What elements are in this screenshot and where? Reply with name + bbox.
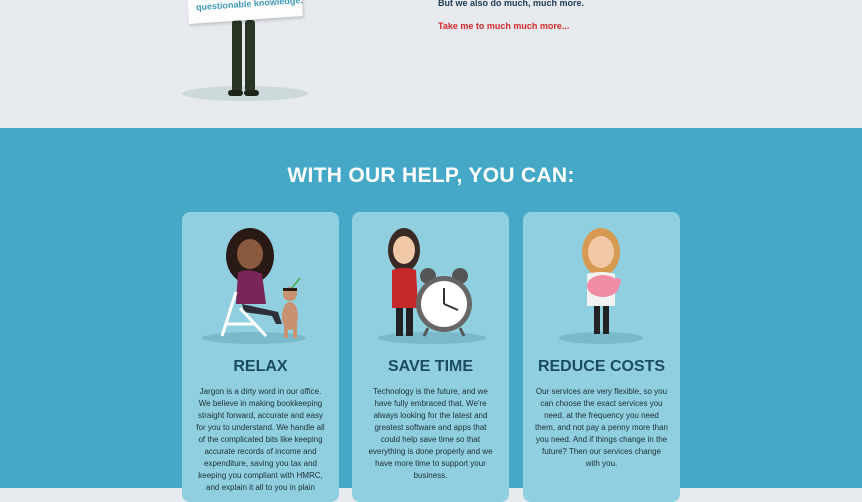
figure-leg-right [245, 20, 255, 92]
help-title: WITH OUR HELP, YOU CAN: [287, 164, 575, 187]
help-section: WITH OUR HELP, YOU CAN: RELAX Jargon is … [0, 128, 862, 502]
clock-illustration-icon [378, 228, 486, 344]
card-save-time: SAVE TIME Technology is the future, and … [352, 212, 509, 502]
card-relax: RELAX Jargon is a dirty word in our offi… [182, 212, 339, 502]
card-text: Jargon is a dirty word in our office. We… [196, 387, 325, 492]
hero-more-link[interactable]: Take me to much much more... [438, 21, 569, 31]
card-title: RELAX [233, 358, 288, 375]
card-title: REDUCE COSTS [537, 358, 666, 375]
card-title: SAVE TIME [387, 358, 474, 375]
figure-foot-right [244, 90, 259, 96]
hero-section: questionable knowledge. But we also do m… [0, 0, 862, 128]
relax-illustration-icon [202, 228, 306, 344]
hero-sign-text: questionable knowledge. [195, 0, 304, 13]
figure-leg-left [232, 20, 242, 92]
figure-foot-left [228, 90, 243, 96]
hero-text: But we also do much, much more. [438, 0, 585, 8]
card-reduce-costs: REDUCE COSTS Our services are very flexi… [523, 212, 680, 502]
piggy-bank-illustration-icon [559, 228, 643, 344]
card-text: Technology is the future, and we have fu… [368, 387, 493, 480]
card-text: Our services are very flexible, so you c… [535, 387, 668, 468]
